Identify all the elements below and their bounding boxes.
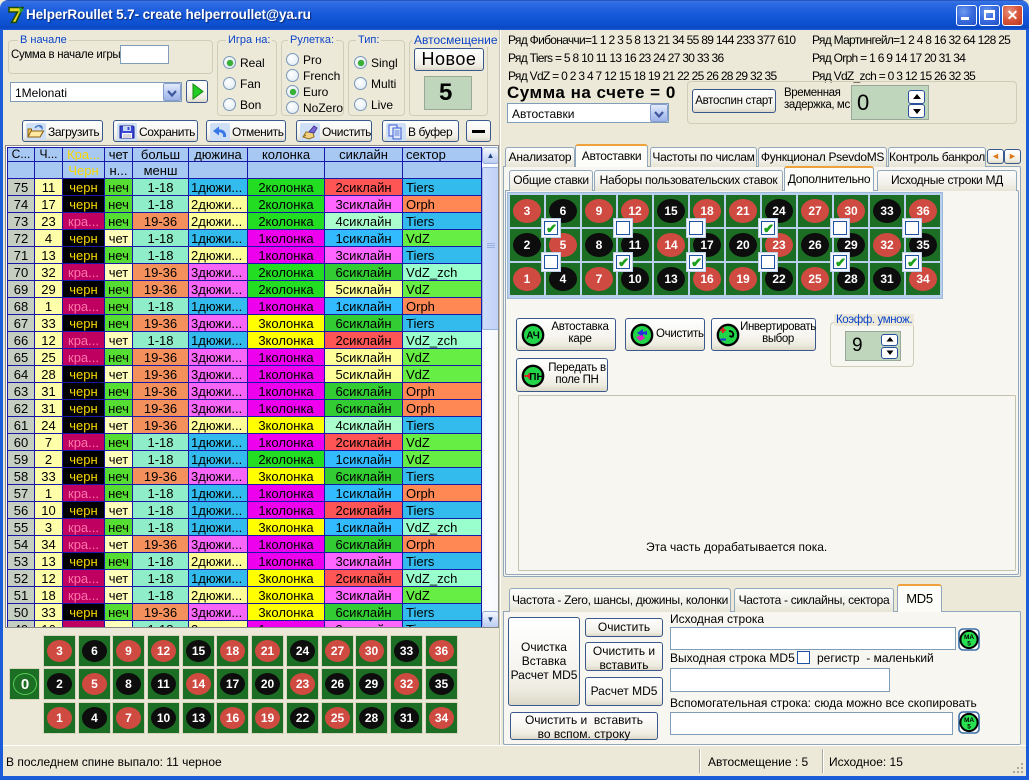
svg-text:5: 5 [967,724,971,731]
svg-text:ПН: ПН [529,372,543,383]
svg-text:5: 5 [967,641,971,648]
svg-text:АЧ: АЧ [526,331,540,342]
